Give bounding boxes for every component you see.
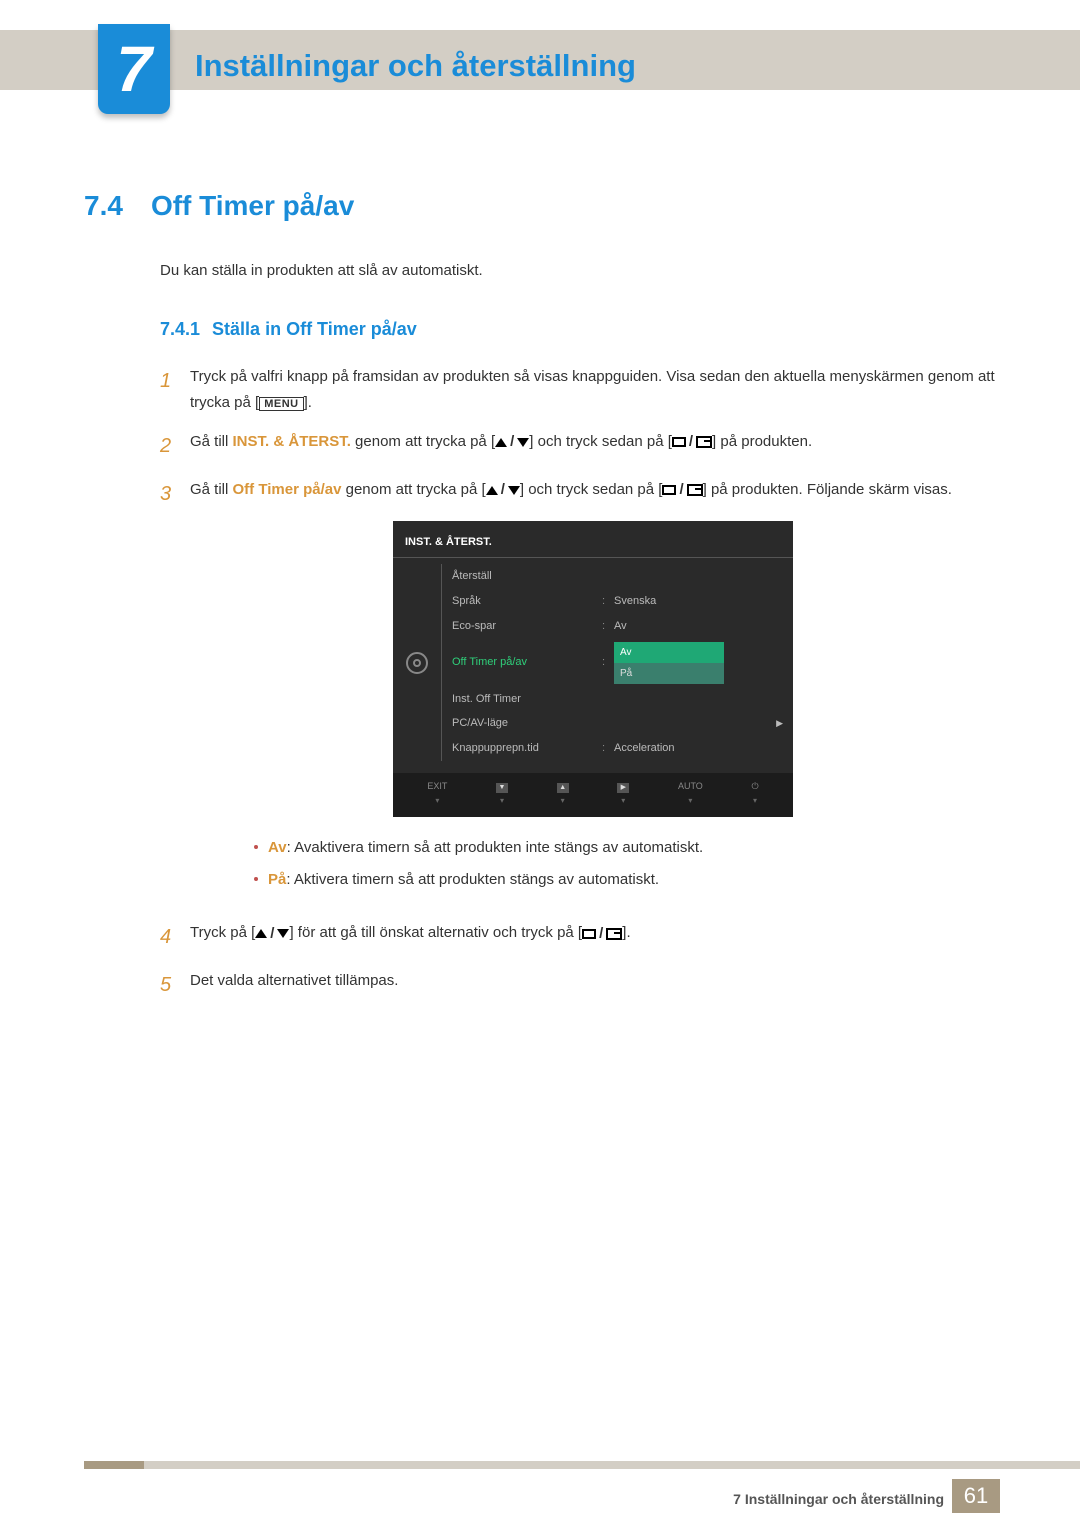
steps-list: 1 Tryck på valfri knapp på framsidan av …	[160, 364, 996, 1002]
section-number: 7.4	[84, 190, 123, 222]
highlight-text: INST. & ÅTERST.	[233, 433, 351, 450]
step-number: 3	[160, 477, 190, 906]
osd-label: Eco-spar	[452, 617, 602, 636]
osd-row: PC/AV-läge ▶	[452, 711, 793, 736]
up-down-icon: /	[255, 921, 289, 947]
section-intro: Du kan ställa in produkten att slå av au…	[160, 262, 996, 279]
osd-label: PC/AV-läge	[452, 714, 602, 733]
step-number: 2	[160, 429, 190, 463]
highlight-text: Off Timer på/av	[233, 481, 342, 498]
step-body: Tryck på [/] för att gå till önskat alte…	[190, 920, 996, 954]
page-content: 7.4 Off Timer på/av Du kan ställa in pro…	[84, 190, 996, 1016]
subsection-heading: 7.4.1 Ställa in Off Timer på/av	[160, 319, 996, 340]
step-number: 1	[160, 364, 190, 415]
step-body: Det valda alternativet tillämpas.	[190, 968, 996, 1002]
step-text: ] och tryck sedan på [	[529, 433, 672, 450]
step-text: ].	[304, 394, 312, 411]
footer-text: 7 Inställningar och återställning	[733, 1491, 944, 1507]
step-5: 5 Det valda alternativet tillämpas.	[160, 968, 996, 1002]
bullet-item: Av: Avaktivera timern så att produkten i…	[254, 835, 996, 861]
osd-value: Av	[614, 617, 793, 636]
bullet-label: På	[268, 871, 286, 888]
footer-accent	[84, 1461, 144, 1469]
bullet-dot-icon	[254, 845, 258, 849]
osd-value: Svenska	[614, 592, 793, 611]
step-text: genom att trycka på [	[351, 433, 495, 450]
step-4: 4 Tryck på [/] för att gå till önskat al…	[160, 920, 996, 954]
osd-row: Språk:Svenska	[452, 589, 793, 614]
osd-footer: EXIT ▼ ▲ ▶ AUTO ⏻	[393, 773, 793, 818]
menu-key-icon: MENU	[259, 397, 303, 411]
osd-row: Inst. Off Timer	[452, 687, 793, 712]
chevron-right-icon: ▶	[776, 716, 783, 731]
step-body: Tryck på valfri knapp på framsidan av pr…	[190, 364, 996, 415]
step-text: Gå till	[190, 481, 233, 498]
osd-label: Språk	[452, 592, 602, 611]
bullet-text: : Aktivera timern så att produkten stäng…	[286, 871, 659, 888]
bullet-label: Av	[268, 839, 287, 856]
section-heading: 7.4 Off Timer på/av	[84, 190, 996, 222]
up-down-icon: /	[495, 429, 529, 455]
footer-bar	[84, 1461, 1080, 1469]
step-body: Gå till INST. & ÅTERST. genom att trycka…	[190, 429, 996, 463]
osd-row: Knappupprepn.tid:Acceleration	[452, 736, 793, 761]
osd-body: Återställ Språk:Svenska Eco-spar:Av Off …	[393, 558, 793, 766]
osd-footer-power-icon: ⏻	[751, 779, 758, 808]
chapter-title: Inställningar och återställning	[195, 48, 636, 84]
select-enter-icon: /	[672, 429, 712, 455]
up-down-icon: /	[486, 477, 520, 503]
subsection-number: 7.4.1	[160, 319, 200, 339]
step-text: Gå till	[190, 433, 233, 450]
osd-menu-list: Återställ Språk:Svenska Eco-spar:Av Off …	[441, 564, 793, 760]
step-number: 5	[160, 968, 190, 1002]
osd-title: INST. & ÅTERST.	[393, 529, 793, 559]
bullet-list: Av: Avaktivera timern så att produkten i…	[254, 835, 996, 892]
step-text: genom att trycka på [	[341, 481, 485, 498]
step-number: 4	[160, 920, 190, 954]
subsection-title: Ställa in Off Timer på/av	[212, 319, 417, 339]
osd-row: Eco-spar:Av	[452, 614, 793, 639]
osd-footer-up-icon: ▲	[557, 779, 569, 808]
step-text: ] på produkten.	[712, 433, 812, 450]
bullet-text: : Avaktivera timern så att produkten int…	[287, 839, 704, 856]
osd-footer-right-icon: ▶	[617, 779, 629, 808]
osd-screenshot: INST. & ÅTERST. Återställ Språk:Svenska …	[393, 521, 793, 818]
step-text: Tryck på [	[190, 924, 255, 941]
select-enter-icon: /	[582, 921, 622, 947]
osd-row-selected: Off Timer på/av: Av På	[452, 639, 793, 687]
osd-category-icon	[393, 564, 441, 760]
step-3: 3 Gå till Off Timer på/av genom att tryc…	[160, 477, 996, 906]
bullet-item: På: Aktivera timern så att produkten stä…	[254, 867, 996, 893]
step-text: ] för att gå till önskat alternativ och …	[289, 924, 582, 941]
osd-label: Knappupprepn.tid	[452, 739, 602, 758]
osd-footer-auto: AUTO	[678, 779, 703, 808]
osd-dropdown: Av På	[614, 642, 724, 684]
gear-icon	[406, 652, 428, 674]
osd-footer-exit: EXIT	[427, 779, 447, 808]
select-enter-icon: /	[662, 477, 702, 503]
step-2: 2 Gå till INST. & ÅTERST. genom att tryc…	[160, 429, 996, 463]
osd-label: Återställ	[452, 567, 602, 586]
dropdown-option-selected: Av	[614, 642, 724, 663]
osd-label: Off Timer på/av	[452, 653, 602, 672]
bullet-dot-icon	[254, 877, 258, 881]
osd-label: Inst. Off Timer	[452, 690, 602, 709]
step-body: Gå till Off Timer på/av genom att trycka…	[190, 477, 996, 906]
osd-footer-down-icon: ▼	[496, 779, 508, 808]
step-text: ].	[622, 924, 630, 941]
dropdown-option: På	[614, 663, 724, 684]
page-number: 61	[952, 1479, 1000, 1513]
chapter-badge: 7	[98, 24, 170, 114]
step-text: ] och tryck sedan på [	[520, 481, 663, 498]
osd-row: Återställ	[452, 564, 793, 589]
section-title: Off Timer på/av	[151, 190, 354, 222]
osd-value: Acceleration	[614, 739, 793, 758]
step-1: 1 Tryck på valfri knapp på framsidan av …	[160, 364, 996, 415]
step-text: ] på produkten. Följande skärm visas.	[703, 481, 952, 498]
